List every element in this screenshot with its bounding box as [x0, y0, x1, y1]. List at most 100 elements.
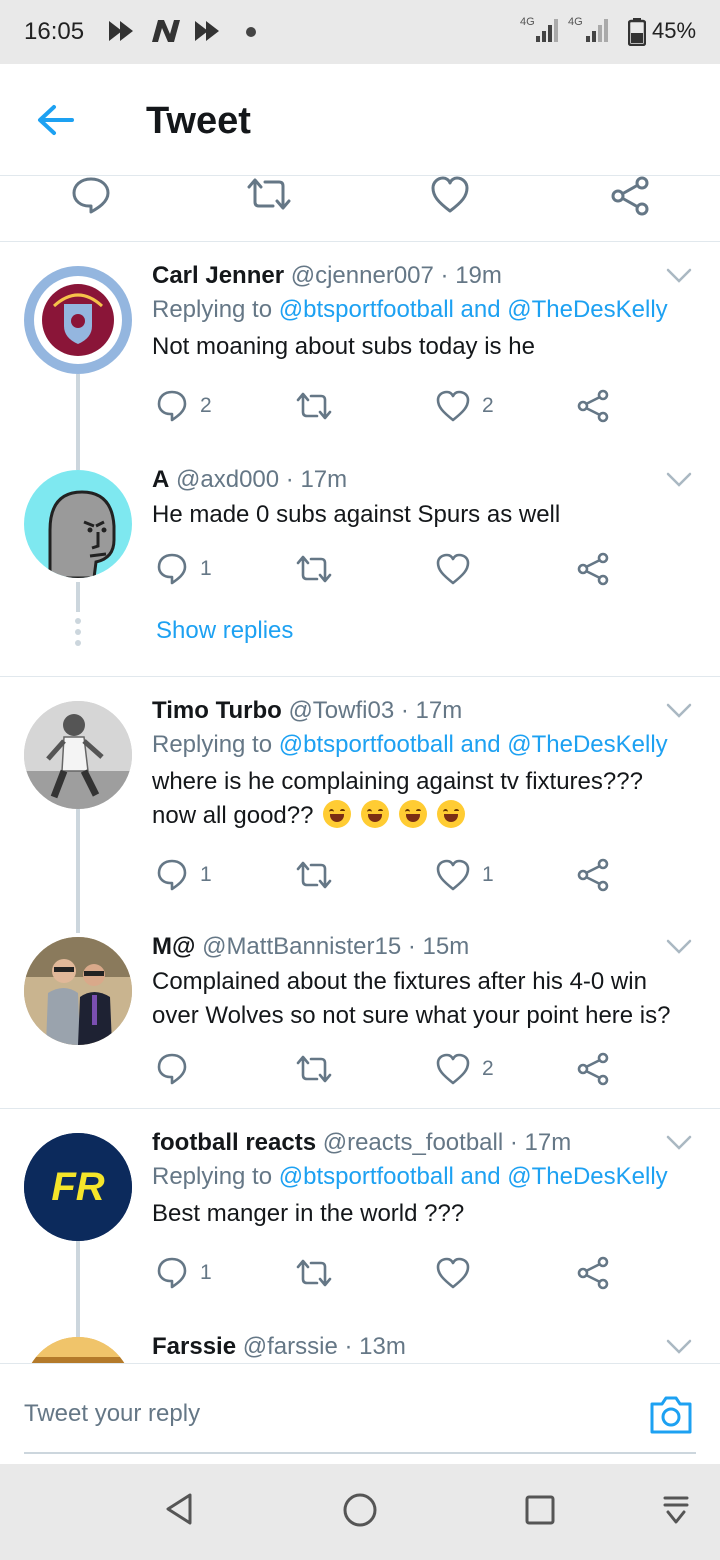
battery-icon	[628, 18, 646, 46]
app-header: Tweet	[0, 64, 720, 176]
avatar[interactable]	[24, 937, 132, 1045]
replying-prefix: Replying to	[152, 296, 273, 323]
user-handle[interactable]: @axd000	[176, 466, 279, 493]
like-button[interactable]: 1	[436, 855, 494, 895]
chevron-down-icon[interactable]	[666, 1339, 692, 1355]
share-button[interactable]	[576, 549, 610, 589]
user-handle[interactable]: @reacts_football	[323, 1129, 503, 1156]
like-button[interactable]	[436, 1253, 482, 1293]
reply-to-link[interactable]: @btsportfootball and @TheDesKelly	[279, 296, 668, 323]
thread-line	[76, 582, 80, 612]
show-replies-link[interactable]: Show replies	[156, 617, 293, 645]
chevron-down-icon[interactable]	[666, 939, 692, 955]
share-icon	[577, 1052, 609, 1086]
reply-icon	[157, 1053, 187, 1085]
camera-icon[interactable]	[648, 1394, 694, 1436]
tweet-meta: football reacts @reacts_football · 17m	[152, 1127, 698, 1159]
avatar[interactable]: FR	[24, 1133, 132, 1241]
reply-thread: Timo Turbo @Towfi03 · 17m Replying to @b…	[0, 677, 720, 1109]
share-button[interactable]	[576, 1049, 610, 1089]
retweet-icon[interactable]	[246, 176, 292, 212]
input-underline	[24, 1452, 696, 1454]
chevron-down-icon[interactable]	[666, 268, 692, 284]
reply-icon	[157, 553, 187, 585]
like-icon[interactable]	[430, 176, 470, 214]
like-count: 2	[482, 1057, 494, 1080]
svg-text:4G: 4G	[568, 16, 583, 28]
reply-input[interactable]: Tweet your reply	[24, 1400, 200, 1428]
reply-button[interactable]: 1	[156, 549, 212, 589]
tweet-text-line: now all good??	[152, 799, 698, 833]
tweet-actions: 1	[152, 549, 652, 589]
chevron-down-icon[interactable]	[666, 1135, 692, 1151]
share-icon	[577, 552, 609, 586]
share-button[interactable]	[576, 386, 610, 426]
like-button[interactable]: 2	[436, 386, 494, 426]
replying-prefix: Replying to	[152, 1163, 273, 1190]
arrow-left-icon[interactable]	[32, 100, 80, 140]
display-name[interactable]: Timo Turbo	[152, 697, 282, 724]
like-button[interactable]	[436, 549, 482, 589]
like-button[interactable]: 2	[436, 1049, 494, 1089]
user-handle[interactable]: @MattBannister15	[202, 933, 401, 960]
reply-icon[interactable]	[70, 176, 112, 214]
share-icon[interactable]	[610, 176, 650, 216]
tweet-meta: Timo Turbo @Towfi03 · 17m	[152, 695, 698, 727]
reply-button[interactable]: 1	[156, 855, 212, 895]
retweet-button[interactable]	[296, 855, 344, 895]
reply-thread: FR football reacts @reacts_football · 17…	[0, 1109, 720, 1363]
retweet-button[interactable]	[296, 386, 344, 426]
thread-line	[76, 1241, 80, 1337]
share-button[interactable]	[576, 1253, 610, 1293]
system-nav-bar	[0, 1464, 720, 1560]
retweet-button[interactable]	[296, 1253, 344, 1293]
tweet-meta: Farssie @farssie · 13m	[152, 1331, 698, 1363]
tweet-meta: M@ @MattBannister15 · 15m	[152, 931, 698, 963]
reply-count: 1	[200, 557, 212, 580]
back-triangle-icon[interactable]	[164, 1492, 194, 1526]
recents-square-icon[interactable]	[524, 1494, 556, 1526]
retweet-button[interactable]	[296, 1049, 344, 1089]
share-button[interactable]	[576, 855, 610, 895]
replying-to: Replying to @btsportfootball and @TheDes…	[152, 727, 698, 763]
avatar[interactable]	[24, 266, 132, 374]
like-icon	[436, 1257, 470, 1289]
retweet-button[interactable]	[296, 549, 344, 589]
display-name[interactable]: Farssie	[152, 1333, 236, 1360]
avatar[interactable]	[24, 701, 132, 809]
tweet-text: where is he complaining against tv fixtu…	[152, 765, 698, 833]
reply-to-link[interactable]: @btsportfootball and @TheDesKelly	[279, 1163, 668, 1190]
display-name[interactable]: A	[152, 466, 169, 493]
user-handle[interactable]: @cjenner007	[291, 262, 434, 289]
display-name[interactable]: Carl Jenner	[152, 262, 284, 289]
home-circle-icon[interactable]	[342, 1492, 378, 1528]
reply-thread: Carl Jenner @cjenner007 · 19m Replying t…	[0, 242, 720, 677]
avatar[interactable]	[24, 1337, 132, 1363]
chevron-down-icon[interactable]	[666, 703, 692, 719]
user-handle[interactable]: @farssie	[243, 1333, 338, 1360]
share-icon	[577, 1256, 609, 1290]
reply-to-link[interactable]: @btsportfootball and @TheDesKelly	[279, 731, 668, 758]
retweet-icon	[296, 555, 332, 583]
n-app-icon	[152, 20, 180, 42]
notification-pulldown-icon[interactable]	[662, 1494, 690, 1526]
joy-emoji	[437, 800, 466, 828]
signal-4g-icon: 4G	[568, 16, 608, 42]
reply-button[interactable]	[156, 1049, 200, 1089]
chevron-down-icon[interactable]	[666, 472, 692, 488]
svg-text:4G: 4G	[520, 16, 535, 28]
avatar-initials: FR	[51, 1165, 104, 1209]
reply-button[interactable]: 2	[156, 386, 212, 426]
reply-button[interactable]: 1	[156, 1253, 212, 1293]
avatar[interactable]	[24, 470, 132, 578]
retweet-icon	[296, 392, 332, 420]
tweet-time: · 19m	[440, 262, 502, 289]
status-bar: 16:05 4G 4G 45%	[0, 0, 720, 64]
user-handle[interactable]: @Towfi03	[288, 697, 394, 724]
tweet-text: Complained about the fixtures after his …	[152, 968, 671, 1029]
display-name[interactable]: football reacts	[152, 1129, 316, 1156]
share-icon	[577, 389, 609, 423]
tweet-time: · 13m	[344, 1333, 406, 1360]
display-name[interactable]: M@	[152, 933, 195, 960]
tweet-text: He made 0 subs against Spurs as well	[152, 501, 561, 528]
